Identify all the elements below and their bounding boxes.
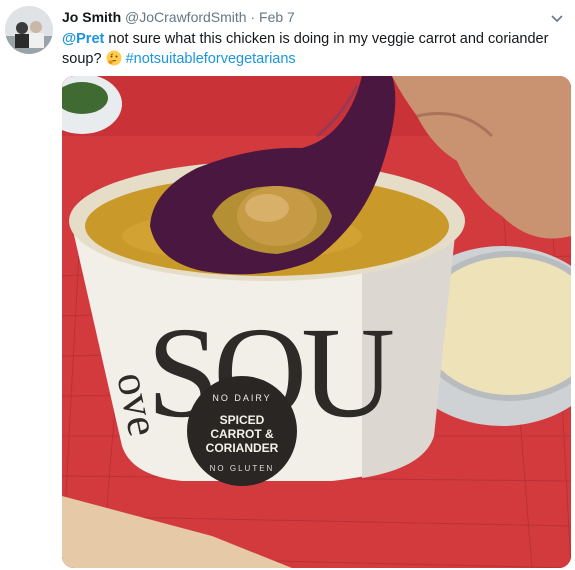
tweet[interactable]: Jo Smith @JoCrawfordSmith · Feb 7 @Pret … bbox=[0, 0, 575, 570]
svg-text:NO GLUTEN: NO GLUTEN bbox=[210, 464, 275, 473]
tweet-text: @Pret not sure what this chicken is doin… bbox=[62, 29, 562, 69]
mention-link[interactable]: @Pret bbox=[62, 31, 104, 47]
soup-photo-image: SOU ove NO DAIRY SPICED CARROT & CORIAND… bbox=[62, 76, 571, 568]
svg-text:NO DAIRY: NO DAIRY bbox=[212, 393, 271, 403]
separator-dot: · bbox=[250, 9, 256, 25]
svg-text:SPICED: SPICED bbox=[220, 413, 265, 427]
svg-text:CORIANDER: CORIANDER bbox=[206, 441, 279, 455]
chevron-down-icon[interactable] bbox=[549, 10, 565, 26]
tweet-header: Jo Smith @JoCrawfordSmith · Feb 7 bbox=[62, 8, 295, 26]
avatar[interactable] bbox=[5, 6, 53, 54]
tweet-timestamp[interactable]: Feb 7 bbox=[259, 9, 295, 25]
hashtag-link[interactable]: #notsuitableforvegetarians bbox=[126, 51, 296, 67]
tweet-photo[interactable]: SOU ove NO DAIRY SPICED CARROT & CORIAND… bbox=[62, 76, 571, 568]
author-handle[interactable]: @JoCrawfordSmith bbox=[125, 9, 247, 25]
author-name[interactable]: Jo Smith bbox=[62, 9, 121, 25]
thinking-face-icon bbox=[106, 50, 122, 66]
svg-text:CARROT &: CARROT & bbox=[210, 427, 274, 441]
avatar-image bbox=[5, 6, 53, 54]
